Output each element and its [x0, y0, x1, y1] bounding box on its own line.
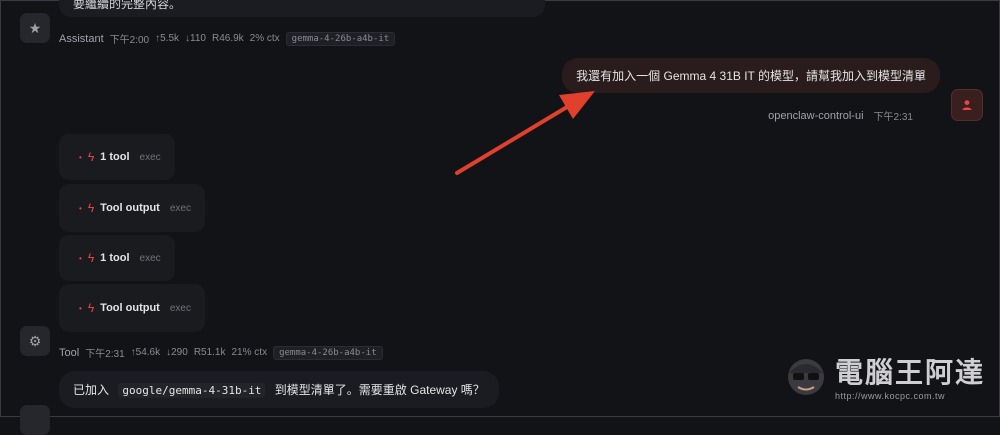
- bolt-icon: ϟ: [87, 150, 95, 164]
- reply-prefix: 已加入: [73, 383, 110, 397]
- user-meta: openclaw-control-ui 下午2:31: [768, 108, 913, 124]
- bullet-dot: •: [79, 303, 82, 313]
- bolt-icon: ϟ: [87, 251, 95, 265]
- bullet-dot: •: [79, 152, 82, 162]
- reply-suffix: 到模型清單了。需要重啟 Gateway 嗎？: [274, 383, 485, 397]
- timestamp: 下午2:31: [873, 112, 913, 123]
- user-avatar: [951, 89, 983, 121]
- model-id-code: google/gemma-4-31b-it: [118, 383, 266, 398]
- tool-reply-bubble: 已加入 google/gemma-4-31b-it 到模型清單了。需要重啟 Ga…: [59, 371, 499, 408]
- tool-avatar: ⚙: [20, 326, 50, 356]
- tokens-down: ↓110: [185, 33, 206, 44]
- next-avatar: [20, 405, 50, 435]
- tokens-read: R51.1k: [193, 347, 226, 358]
- timestamp: 下午2:31: [85, 349, 125, 360]
- tool-card-title: Tool output: [100, 202, 160, 214]
- bullet-dot: •: [79, 203, 82, 213]
- tool-card-subtitle: exec: [169, 202, 191, 214]
- bolt-icon: ϟ: [87, 301, 95, 315]
- mascot-logo: [788, 359, 824, 395]
- user-icon: [962, 100, 972, 110]
- watermark-url: http://www.kocpc.com.tw: [835, 391, 946, 401]
- tokens-up: ↑54.6k: [130, 347, 161, 358]
- context-usage: 21% ctx: [231, 347, 268, 358]
- watermark: 電腦王阿達 http://www.kocpc.com.tw: [783, 351, 985, 401]
- assistant-meta: Assistant 下午2:00 ↑5.5k ↓110 R46.9k 2% ct…: [59, 31, 396, 46]
- bullet-dot: •: [79, 253, 82, 263]
- star-icon: ★: [28, 19, 42, 36]
- sender-name: openclaw-control-ui: [768, 109, 864, 122]
- previous-message-text: 要繼續的完整內容。: [73, 0, 182, 11]
- tool-card-title: 1 tool: [100, 151, 130, 163]
- tool-card-title: Tool output: [100, 302, 160, 314]
- bolt-icon: ϟ: [87, 201, 95, 215]
- tokens-read: R46.9k: [211, 33, 244, 44]
- tokens-down: ↓290: [166, 347, 188, 358]
- assistant-avatar: ★: [20, 13, 50, 43]
- sender-role: Tool: [59, 346, 80, 359]
- model-badge: gemma-4-26b-a4b-it: [285, 31, 396, 46]
- user-message-text: 我還有加入一個 Gemma 4 31B IT 的模型，請幫我加入到模型清單: [576, 69, 926, 83]
- tool-card[interactable]: • ϟ 1 tool exec: [59, 134, 175, 180]
- tool-card-subtitle: exec: [139, 151, 161, 163]
- gear-icon: ⚙: [28, 332, 42, 349]
- timestamp: 下午2:00: [109, 35, 150, 46]
- context-usage: 2% ctx: [249, 33, 280, 44]
- tool-card[interactable]: • ϟ 1 tool exec: [59, 235, 175, 281]
- previous-message-bubble: 要繼續的完整內容。: [59, 0, 545, 17]
- tool-card-title: 1 tool: [100, 252, 130, 264]
- watermark-title: 電腦王阿達: [835, 357, 986, 388]
- sender-role: Assistant: [59, 32, 104, 45]
- user-message-bubble: 我還有加入一個 Gemma 4 31B IT 的模型，請幫我加入到模型清單: [562, 58, 940, 93]
- model-badge: gemma-4-26b-a4b-it: [273, 345, 383, 360]
- tool-meta: Tool 下午2:31 ↑54.6k ↓290 R51.1k 21% ctx g…: [59, 345, 383, 360]
- tool-card-subtitle: exec: [139, 252, 161, 264]
- annotation-arrow: [455, 91, 595, 175]
- tokens-up: ↑5.5k: [155, 33, 180, 44]
- tool-card[interactable]: • ϟ Tool output exec: [59, 284, 205, 332]
- tool-card[interactable]: • ϟ Tool output exec: [59, 184, 205, 232]
- tool-card-subtitle: exec: [169, 302, 191, 314]
